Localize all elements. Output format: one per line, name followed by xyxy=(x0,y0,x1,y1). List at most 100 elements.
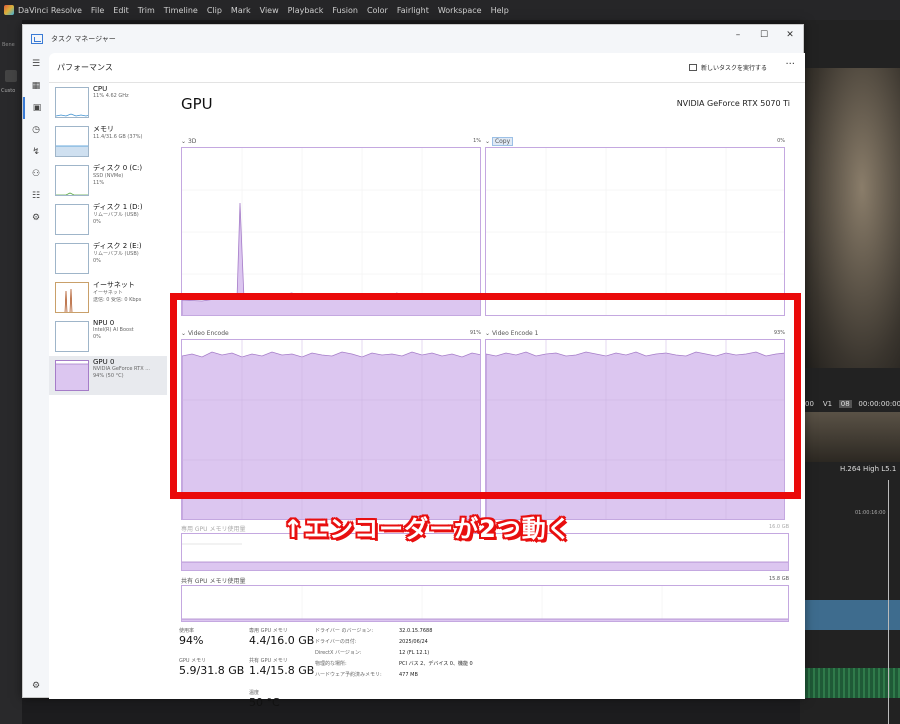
menu-item[interactable]: Fusion xyxy=(332,6,358,15)
title-bar[interactable]: タスク マネージャー – ☐ ✕ xyxy=(23,25,803,53)
device-stat: 0% xyxy=(93,258,101,264)
shared-memory-graph xyxy=(181,585,789,622)
stat-dedicated-memory: 専用 GPU メモリ 4.4/16.0 GB xyxy=(249,627,314,647)
detail-key: 物理的な場所: xyxy=(315,661,347,667)
device-stat: Intel(R) AI Boost xyxy=(93,327,134,333)
window-controls: – ☐ ✕ xyxy=(725,25,803,45)
video-preview xyxy=(805,68,900,368)
close-button[interactable]: ✕ xyxy=(777,25,803,45)
device-item-npu[interactable]: NPU 0 Intel(R) AI Boost 0% xyxy=(49,317,167,356)
stat-value: 5.9/31.8 GB xyxy=(179,664,245,677)
menu-item[interactable]: DaVinci Resolve xyxy=(18,6,82,15)
cpu-thumbnail-graph xyxy=(55,87,89,118)
custom-icon[interactable] xyxy=(5,70,17,82)
hamburger-menu-icon[interactable]: ☰ xyxy=(23,53,49,75)
device-stat: 11% 4.62 GHz xyxy=(93,93,129,99)
annotation-caption: ↑エンコーダーが2つ動く xyxy=(283,515,572,543)
processes-icon[interactable]: ▦ xyxy=(23,75,49,97)
device-stat: 0% xyxy=(93,219,101,225)
stat-key: 温度 xyxy=(249,690,260,696)
engine-percent: 1% xyxy=(473,138,481,144)
resolve-left-label: Custo xyxy=(1,88,16,94)
more-options-button[interactable]: ··· xyxy=(785,59,795,70)
engine-selector-copy[interactable]: ⌄ Copy xyxy=(485,137,514,146)
settings-gear-icon[interactable]: ⚙ xyxy=(23,675,49,697)
menu-item[interactable]: Clip xyxy=(207,6,222,15)
device-item-disk1[interactable]: ディスク 1 (D:) リムーバブル (USB) 0% xyxy=(49,200,167,239)
graph-copy xyxy=(485,147,785,316)
detail-key: DirectX バージョン: xyxy=(315,650,362,656)
menu-item[interactable]: Help xyxy=(491,6,509,15)
menu-item[interactable]: Fairlight xyxy=(397,6,429,15)
startup-apps-icon[interactable]: ↯ xyxy=(23,141,49,163)
track-label: V1 xyxy=(822,400,833,408)
device-stat: SSD (NVMe) xyxy=(93,173,124,179)
gpu-model-name: NVIDIA GeForce RTX 5070 Ti xyxy=(676,99,790,108)
device-item-gpu[interactable]: GPU 0 NVIDIA GeForce RTX ... 94% (50 °C) xyxy=(49,356,167,395)
detail-value: 12 (FL 12.1) xyxy=(399,650,430,656)
performance-icon[interactable]: ▣ xyxy=(23,97,49,119)
resolve-menubar: DaVinci Resolve File Edit Trim Timeline … xyxy=(0,0,900,20)
menu-item[interactable]: Playback xyxy=(288,6,324,15)
menu-item[interactable]: Mark xyxy=(231,6,251,15)
resolve-left-label: Bene xyxy=(2,42,15,48)
run-new-task-button[interactable]: 新しいタスクを実行する xyxy=(688,63,767,72)
menu-item[interactable]: Color xyxy=(367,6,388,15)
timecode-part[interactable]: 08 xyxy=(838,400,852,408)
details-icon[interactable]: ☷ xyxy=(23,185,49,207)
engine-percent: 0% xyxy=(777,138,785,144)
stat-utilization: 使用率 94% xyxy=(179,627,203,647)
timecode-part: 00 xyxy=(805,400,814,408)
stat-key: 使用率 xyxy=(179,628,195,634)
codec-label: H.264 High L5.1 xyxy=(840,465,897,473)
stat-key: 共有 GPU メモリ xyxy=(249,658,288,664)
run-new-task-label: 新しいタスクを実行する xyxy=(700,65,767,72)
stat-gpu-memory: GPU メモリ 5.9/31.8 GB xyxy=(179,657,244,677)
device-name: GPU 0 xyxy=(93,358,115,366)
engine-selector-3d[interactable]: ⌄ 3D xyxy=(181,138,196,145)
menu-item[interactable]: Edit xyxy=(113,6,129,15)
device-item-ethernet[interactable]: イーサネット イーサネット 送信: 0 受信: 0 Kbps xyxy=(49,278,167,317)
app-history-icon[interactable]: ◷ xyxy=(23,119,49,141)
nav-rail: ☰ ▦ ▣ ◷ ↯ ⚇ ☷ ⚙ ⚙ xyxy=(23,53,49,699)
services-icon[interactable]: ⚙ xyxy=(23,207,49,229)
window-title: タスク マネージャー xyxy=(51,35,116,43)
stat-temperature: 温度 50 °C xyxy=(249,689,280,709)
maximize-button[interactable]: ☐ xyxy=(751,25,777,45)
detail-row: 物理的な場所: PCI バス 2、デバイス 0、機能 0 xyxy=(315,660,473,667)
npu-thumbnail-graph xyxy=(55,321,89,352)
detail-row: ハードウェア予約済みメモリ: 477 MB xyxy=(315,671,418,678)
device-name: イーサネット xyxy=(93,281,135,289)
timeline-playhead[interactable] xyxy=(888,480,889,724)
detail-row: DirectX バージョン: 12 (FL 12.1) xyxy=(315,649,429,656)
device-stat: 94% (50 °C) xyxy=(93,373,124,379)
timeline-video-clip[interactable] xyxy=(805,600,900,630)
timeline-audio-clip[interactable] xyxy=(805,668,900,698)
device-stat: NVIDIA GeForce RTX ... xyxy=(93,366,150,372)
device-item-cpu[interactable]: CPU 11% 4.62 GHz xyxy=(49,83,167,122)
new-task-icon xyxy=(688,64,697,71)
device-item-memory[interactable]: メモリ 11.4/31.6 GB (37%) xyxy=(49,122,167,161)
device-name: ディスク 2 (E:) xyxy=(93,242,142,250)
menu-item[interactable]: Trim xyxy=(138,6,155,15)
highlight-box xyxy=(170,293,801,499)
device-item-disk2[interactable]: ディスク 2 (E:) リムーバブル (USB) 0% xyxy=(49,239,167,278)
gpu-title: GPU xyxy=(181,95,213,113)
gpu-panel-copy: ⌄ Copy 0% xyxy=(485,137,785,316)
minimize-button[interactable]: – xyxy=(725,25,751,45)
dedicated-memory-max: 16.0 GB xyxy=(768,524,789,530)
detail-value: 477 MB xyxy=(399,672,418,678)
device-name: ディスク 1 (D:) xyxy=(93,203,143,211)
device-stat: リムーバブル (USB) xyxy=(93,251,139,257)
detail-value: 2025/06/24 xyxy=(399,639,428,645)
timecode: 00:00:00:00 xyxy=(858,400,900,408)
menu-item[interactable]: Workspace xyxy=(438,6,482,15)
stat-value: 50 °C xyxy=(249,696,280,709)
menu-item[interactable]: Timeline xyxy=(164,6,198,15)
menu-item[interactable]: File xyxy=(91,6,104,15)
ethernet-thumbnail-graph xyxy=(55,282,89,313)
users-icon[interactable]: ⚇ xyxy=(23,163,49,185)
device-item-disk0[interactable]: ディスク 0 (C:) SSD (NVMe) 11% xyxy=(49,161,167,200)
menu-item[interactable]: View xyxy=(260,6,279,15)
engine-label: Copy xyxy=(491,137,514,146)
